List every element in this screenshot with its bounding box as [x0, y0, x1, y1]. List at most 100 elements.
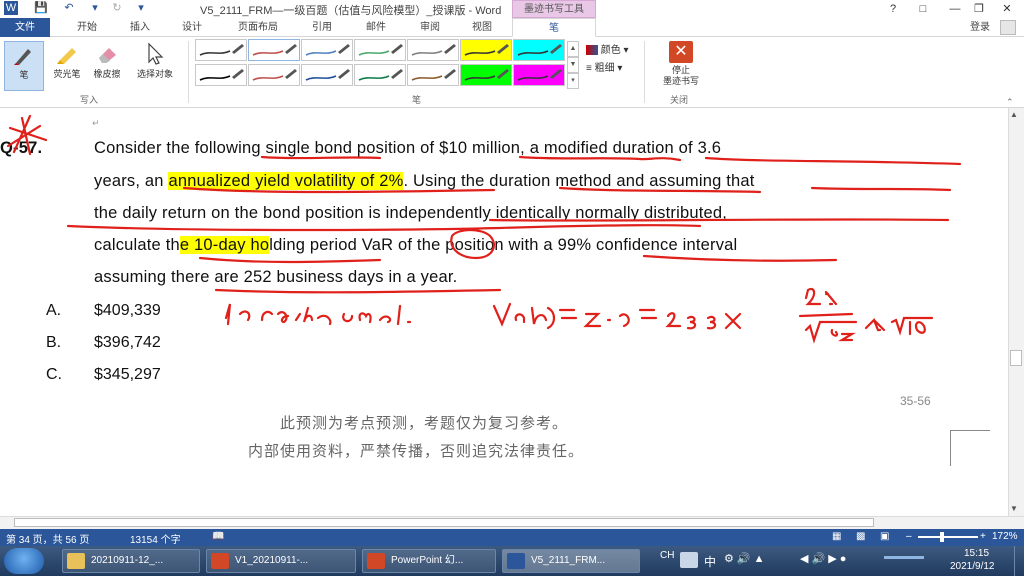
tab-insert[interactable]: 插入	[118, 18, 162, 37]
tray-icons[interactable]: ⚙ 🔊 ▲	[724, 552, 784, 568]
dropdown-icon[interactable]: ▾	[88, 1, 102, 15]
web-layout-icon[interactable]: ▣	[880, 531, 889, 542]
tab-review[interactable]: 审阅	[408, 18, 452, 37]
taskbar-item-ppt1-label: V1_20210911-...	[235, 555, 309, 566]
read-mode-icon[interactable]: ▦	[832, 531, 841, 542]
status-bar: 第 34 页，共 56 页 13154 个字 📖 ▦ ▩ ▣ – + 172%	[0, 529, 1024, 546]
show-desktop-button[interactable]	[1014, 546, 1024, 576]
ink-underline-line3	[66, 224, 702, 232]
select-objects-label: 选择对象	[136, 69, 173, 79]
help-button[interactable]: ?	[882, 1, 904, 17]
tab-pen[interactable]: 笔	[512, 18, 596, 37]
thickness-dropdown[interactable]: ≡ 粗细 ▾	[586, 59, 622, 74]
pen-swatch[interactable]	[407, 64, 459, 86]
volume-slider[interactable]	[884, 556, 924, 559]
ime-toolbar-icon[interactable]	[680, 552, 698, 568]
save-icon[interactable]: 💾	[34, 1, 48, 15]
word-count[interactable]: 13154 个字	[130, 531, 181, 546]
thickness-icon: ≡	[586, 63, 592, 74]
zoom-level[interactable]: 172%	[992, 531, 1018, 542]
pen-swatch[interactable]	[354, 64, 406, 86]
stop-inking-button[interactable]: ✕ 停止 墨迹书写	[651, 41, 711, 87]
undo-icon[interactable]: ↶	[62, 1, 76, 15]
pen-stroke-icon	[464, 69, 509, 81]
zoom-out-icon[interactable]: –	[906, 531, 912, 542]
zoom-slider[interactable]	[918, 536, 978, 538]
pen-swatch[interactable]	[460, 64, 512, 86]
pen-stroke-icon	[517, 44, 562, 56]
pen-stroke-icon	[464, 44, 509, 56]
tab-layout[interactable]: 页面布局	[226, 18, 290, 37]
customize-qat-icon[interactable]: ▾	[134, 1, 148, 15]
pen-tool-button[interactable]: 笔	[4, 41, 44, 91]
group-separator	[644, 41, 645, 103]
pen-swatch[interactable]	[301, 39, 353, 61]
stop-inking-label: 停止 墨迹书写	[662, 65, 699, 86]
page-count[interactable]: 第 34 页，共 56 页	[6, 531, 89, 546]
gallery-down-icon[interactable]: ▼	[567, 57, 579, 73]
pen-swatch[interactable]	[301, 64, 353, 86]
redo-icon[interactable]: ↻	[110, 1, 124, 15]
tab-references[interactable]: 引用	[300, 18, 344, 37]
window-title: V5_2111_FRM—一级百题（估值与风险模型）_授课版 - Word	[200, 5, 502, 17]
taskbar-item-word[interactable]: V5_2111_FRM...	[502, 549, 640, 573]
ribbon-tabs: 文件 开始 插入 设计 页面布局 引用 邮件 审阅 视图 笔 登录	[0, 18, 1024, 37]
close-button[interactable]: ✕	[996, 1, 1018, 17]
pen-swatch[interactable]	[354, 39, 406, 61]
zoom-slider-thumb[interactable]	[940, 532, 944, 542]
ime-mode[interactable]: 中	[704, 553, 716, 570]
eraser-icon	[88, 41, 126, 67]
taskbar-item-ppt1[interactable]: V1_20210911-...	[206, 549, 356, 573]
ribbon-display-icon[interactable]: □	[912, 1, 934, 17]
collapse-ribbon-icon[interactable]: ⌃	[1006, 97, 1014, 108]
login-link[interactable]: 登录	[962, 18, 998, 37]
pen-swatch[interactable]	[248, 64, 300, 86]
close-x-icon: ✕	[669, 41, 693, 63]
vertical-scroll-thumb[interactable]	[1010, 350, 1022, 366]
proofing-icon[interactable]: 📖	[212, 531, 224, 542]
maximize-button[interactable]: ❐	[968, 1, 990, 17]
taskbar-item-word-label: V5_2111_FRM...	[531, 555, 606, 566]
ink-underline-confidence	[642, 254, 838, 262]
taskbar-item-ppt2[interactable]: PowerPoint 幻...	[362, 549, 496, 573]
pen-swatch[interactable]	[513, 39, 565, 61]
folder-icon	[67, 553, 85, 569]
clock-date[interactable]: 2021/9/12	[950, 561, 995, 572]
color-palette-icon	[586, 45, 598, 56]
ribbon: 笔 荧光笔 橡皮擦 选择对象 写入 ▲ ▼ ▾ 笔 颜色 ▾ ≡ 粗细 ▾ ✕ …	[0, 37, 1024, 108]
pen-swatch[interactable]	[407, 39, 459, 61]
eraser-button[interactable]: 橡皮擦	[88, 41, 126, 80]
horizontal-scroll-thumb[interactable]	[14, 518, 874, 527]
clock-time[interactable]: 15:15	[964, 548, 989, 559]
pen-swatch[interactable]	[248, 39, 300, 61]
gallery-up-icon[interactable]: ▲	[567, 41, 579, 57]
tab-home[interactable]: 开始	[62, 18, 112, 37]
tab-file[interactable]: 文件	[0, 18, 50, 37]
pen-label: 笔	[19, 70, 29, 80]
tab-mailings[interactable]: 邮件	[354, 18, 398, 37]
print-layout-icon[interactable]: ▩	[856, 531, 865, 542]
select-objects-button[interactable]: 选择对象	[130, 41, 180, 80]
gallery-more-icon[interactable]: ▾	[567, 73, 579, 89]
tab-view[interactable]: 视图	[460, 18, 504, 37]
highlighter-button[interactable]: 荧光笔	[48, 41, 86, 80]
avatar[interactable]	[1000, 20, 1016, 35]
minimize-button[interactable]: —	[944, 1, 966, 17]
zoom-in-icon[interactable]: +	[980, 531, 986, 542]
scroll-up-icon[interactable]: ▲	[1010, 110, 1018, 119]
document-page[interactable]: ↵ Q-57. Consider the following single bo…	[0, 108, 1008, 516]
pen-swatch[interactable]	[195, 39, 247, 61]
pen-swatch[interactable]	[460, 39, 512, 61]
pen-swatch[interactable]	[195, 64, 247, 86]
system-tray-icons[interactable]: ◀ 🔊 ▶ ●	[800, 552, 880, 568]
pen-swatch[interactable]	[513, 64, 565, 86]
vertical-scrollbar[interactable]	[1008, 108, 1024, 516]
ink-underline-holding-period	[198, 256, 382, 264]
taskbar-item-folder[interactable]: 20210911-12_...	[62, 549, 200, 573]
color-dropdown[interactable]: 颜色 ▾	[586, 41, 629, 56]
eraser-label: 橡皮擦	[93, 69, 121, 79]
ime-indicator[interactable]: CH	[660, 550, 674, 561]
scroll-down-icon[interactable]: ▼	[1010, 504, 1018, 513]
start-button[interactable]	[4, 548, 44, 574]
tab-design[interactable]: 设计	[170, 18, 214, 37]
